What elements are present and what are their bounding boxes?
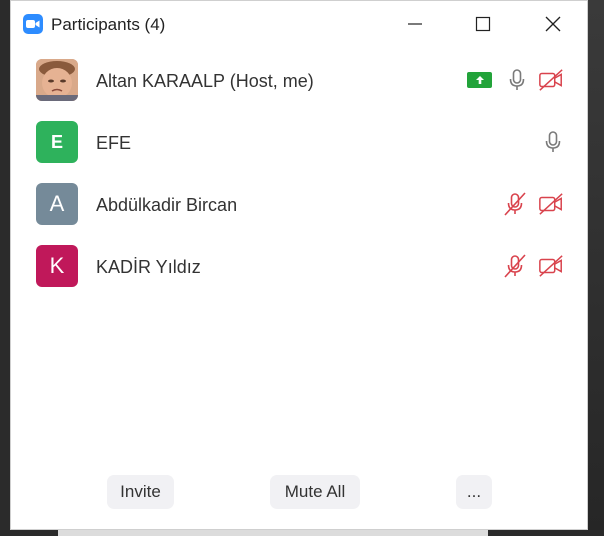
microphone-icon[interactable]	[540, 129, 566, 155]
participant-row[interactable]: A Abdülkadir Bircan	[11, 177, 587, 233]
more-options-button[interactable]: ...	[456, 475, 492, 509]
background-strip	[58, 530, 488, 536]
background-taskbar	[0, 530, 604, 536]
avatar-letter: E	[50, 131, 63, 152]
background-window-edge	[588, 0, 604, 536]
avatar-letter: K	[49, 253, 65, 278]
participant-row[interactable]: E EFE	[11, 115, 587, 171]
close-button[interactable]	[531, 7, 575, 41]
microphone-muted-icon[interactable]	[502, 253, 528, 279]
microphone-muted-icon[interactable]	[502, 191, 528, 217]
minimize-button[interactable]	[393, 7, 437, 41]
avatar: E	[36, 121, 78, 163]
zoom-app-icon	[23, 14, 43, 34]
avatar	[36, 59, 78, 101]
maximize-icon	[475, 16, 491, 32]
mute-all-button[interactable]: Mute All	[270, 475, 360, 509]
participant-name: EFE	[96, 133, 132, 153]
avatar: K	[36, 245, 78, 287]
invite-button[interactable]: Invite	[107, 475, 174, 509]
participant-name: Abdülkadir Bircan	[96, 195, 238, 215]
participant-row[interactable]: Altan KARAALP (Host, me)	[11, 53, 587, 109]
participant-name: KADİR Yıldız	[96, 257, 201, 277]
video-off-icon[interactable]	[538, 191, 564, 217]
avatar-photo	[36, 59, 78, 101]
video-off-icon[interactable]	[538, 67, 564, 93]
video-off-icon[interactable]	[538, 253, 564, 279]
close-icon	[545, 16, 561, 32]
participant-name: Altan KARAALP (Host, me)	[96, 71, 314, 91]
participant-row[interactable]: K KADİR Yıldız	[11, 239, 587, 295]
minimize-icon	[408, 23, 422, 25]
maximize-button[interactable]	[461, 7, 505, 41]
avatar-letter: A	[49, 191, 65, 216]
screen-share-icon	[467, 72, 492, 88]
title-bar[interactable]: Participants (4)	[11, 1, 587, 47]
participants-window: Participants (4) Altan KARAALP (Host, me…	[10, 0, 588, 530]
window-title: Participants (4)	[51, 15, 166, 34]
avatar: A	[36, 183, 78, 225]
microphone-icon[interactable]	[504, 67, 530, 93]
